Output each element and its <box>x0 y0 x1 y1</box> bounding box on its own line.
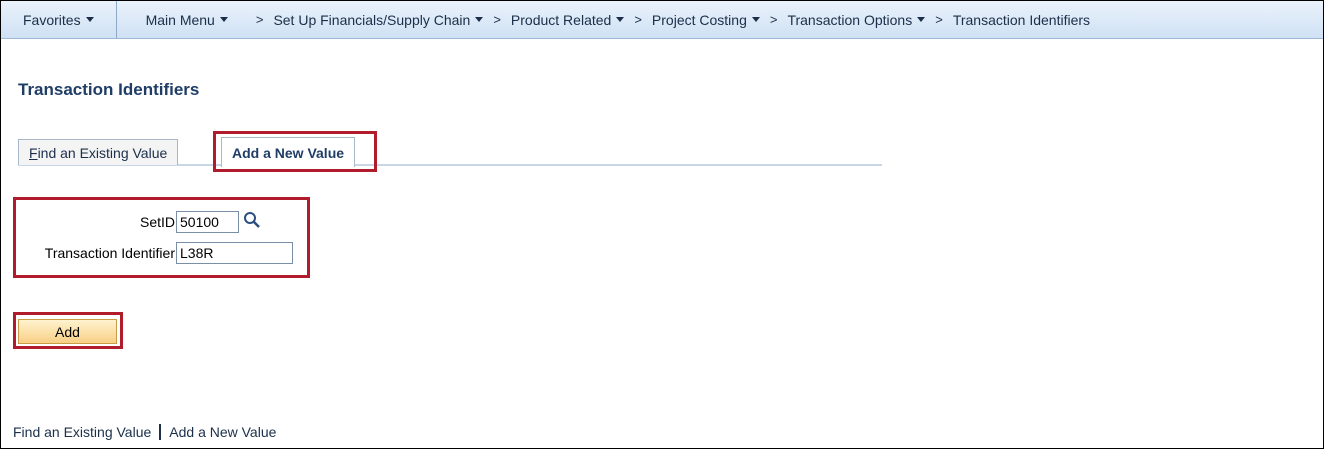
crumb-separator: > <box>634 12 642 27</box>
caret-down-icon <box>475 17 484 22</box>
caret-down-icon <box>616 17 625 22</box>
footer-links: Find an Existing Value Add a New Value <box>13 424 276 440</box>
highlight-box-tab <box>213 131 377 172</box>
footer-divider <box>159 424 162 440</box>
tab-bar: Find an Existing Value Add a New Value <box>18 134 882 167</box>
caret-down-icon <box>751 17 760 22</box>
crumb-label: Transaction Options <box>787 11 913 28</box>
crumb-separator: > <box>255 12 264 27</box>
crumb-separator: > <box>935 12 943 27</box>
tab-find-existing-value[interactable]: Find an Existing Value <box>18 139 179 165</box>
crumb-separator: > <box>493 12 501 27</box>
tab-label: ind an Existing Value <box>37 144 168 161</box>
crumb-transaction-options[interactable]: Transaction Options <box>787 11 926 28</box>
caret-down-icon <box>917 17 926 22</box>
main-menu-label: Main Menu <box>145 11 215 28</box>
crumb-transaction-identifiers[interactable]: Transaction Identifiers <box>953 12 1090 28</box>
crumb-label: Project Costing <box>651 11 747 28</box>
main-menu[interactable]: Main Menu <box>117 12 228 28</box>
crumb-product-related[interactable]: Product Related <box>510 11 625 28</box>
tab-access-key: F <box>29 144 38 161</box>
crumb-set-up-financials[interactable]: Set Up Financials/Supply Chain <box>273 11 484 28</box>
favorites-label: Favorites <box>23 11 81 28</box>
crumb-project-costing[interactable]: Project Costing <box>652 12 760 28</box>
favorites-menu[interactable]: Favorites <box>1 12 116 28</box>
crumb-label: Product Related <box>510 11 612 28</box>
crumb-label: Set Up Financials/Supply Chain <box>273 11 471 28</box>
page-title: Transaction Identifiers <box>18 80 200 99</box>
highlight-box-form <box>13 197 310 278</box>
crumb-label: Transaction Identifiers <box>952 11 1091 28</box>
highlight-box-add <box>13 312 123 349</box>
breadcrumb-nav-bar: Favorites Main Menu > Set Up Financials/… <box>1 1 1323 39</box>
footer-find-existing-link[interactable]: Find an Existing Value <box>13 424 151 440</box>
footer-add-new-link[interactable]: Add a New Value <box>169 424 276 440</box>
caret-down-icon <box>219 17 228 22</box>
caret-down-icon <box>85 17 94 22</box>
crumb-separator: > <box>769 12 778 27</box>
